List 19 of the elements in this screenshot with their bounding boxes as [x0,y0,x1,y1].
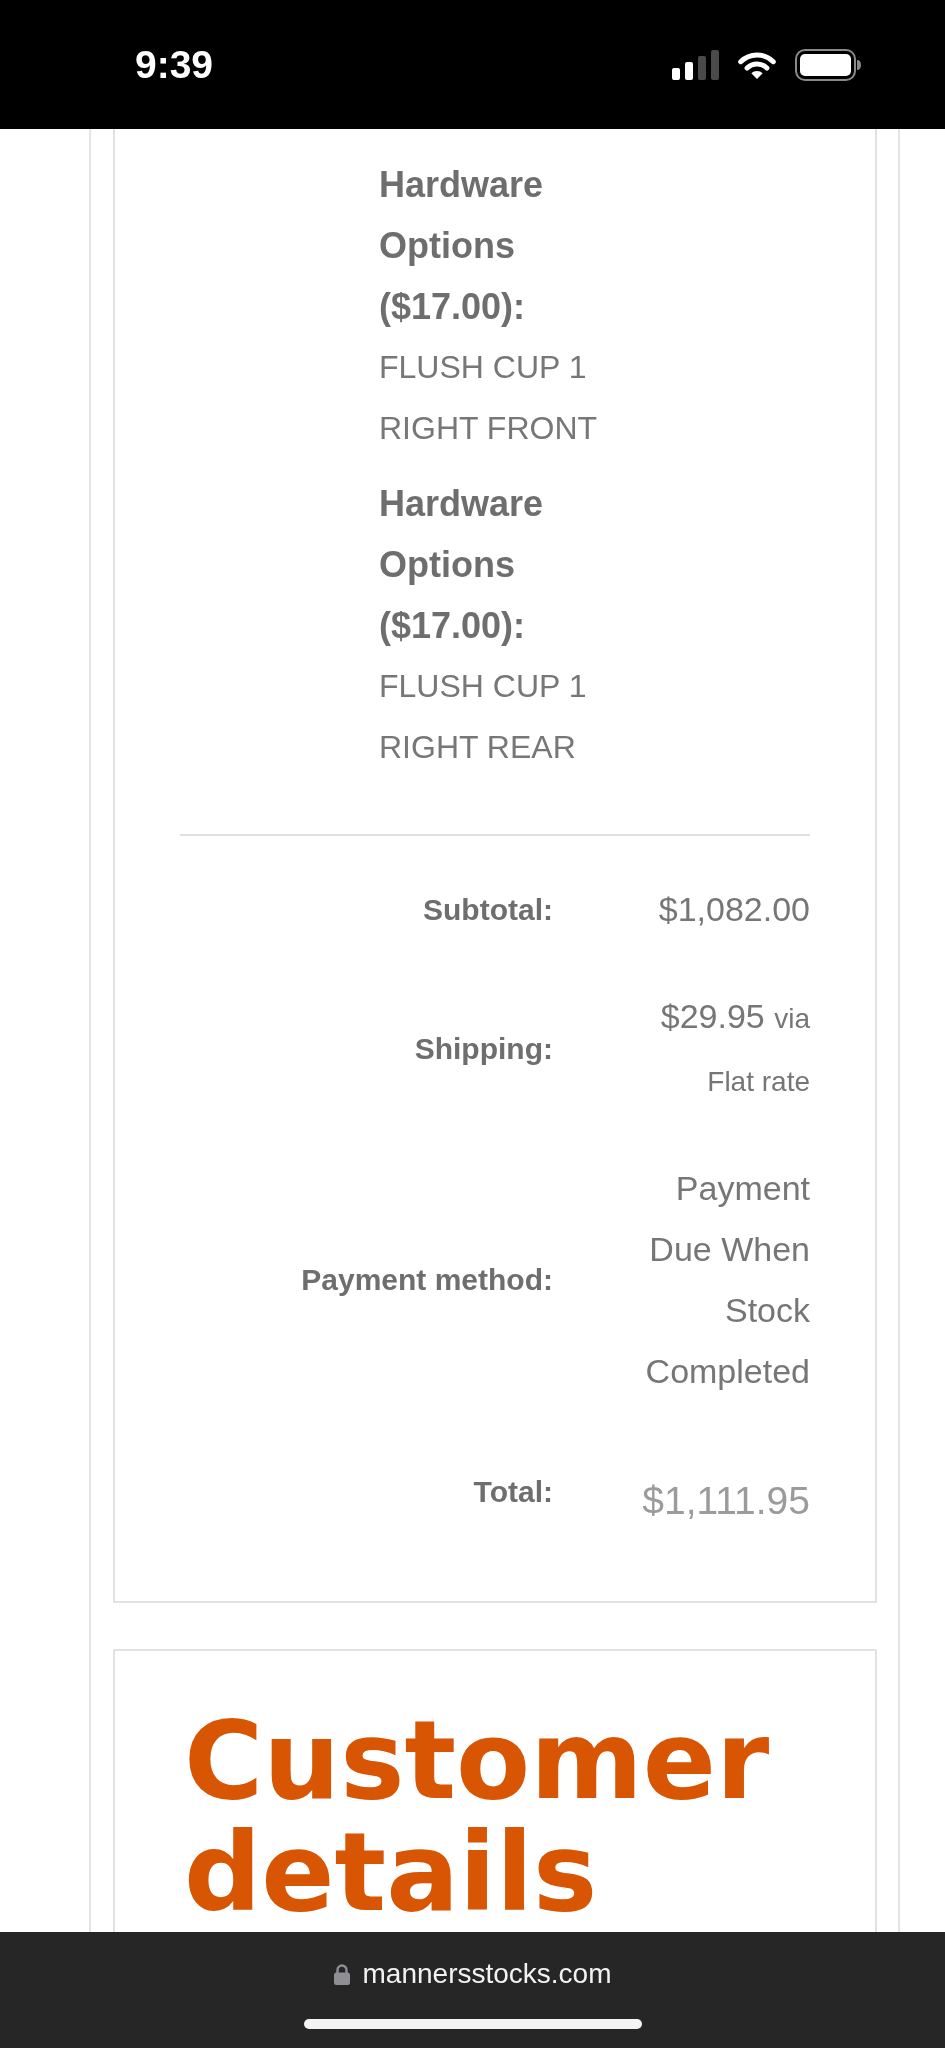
signal-icon [672,49,719,80]
totals-label: Payment method: [300,1262,553,1298]
shipping-value: $29.95 via Flat rate [659,996,810,1099]
option-label: Hardware Options ($17.00): [379,163,545,329]
option-value: FLUSH CUP 1 RIGHT FRONT [379,348,599,448]
totals-value: Payment Due When Stock Completed [644,1168,810,1392]
lock-icon [333,1963,350,1985]
totals-value: $1,082.00 [657,889,810,930]
url-text[interactable]: mannersstocks.com [362,1957,612,1991]
option-value: FLUSH CUP 1 RIGHT REAR [379,667,588,767]
totals-label: Subtotal: [422,891,553,928]
section-heading: Customer details [184,1705,771,1929]
battery-icon [795,48,862,81]
option-label: Hardware Options ($17.00): [379,482,545,648]
totals-label: Total: [472,1473,553,1510]
wifi-icon [736,49,778,80]
status-time: 9:39 [135,45,214,84]
totals-label: Shipping: [413,1031,553,1067]
order-total-value: $1,111.95 [641,1478,810,1524]
